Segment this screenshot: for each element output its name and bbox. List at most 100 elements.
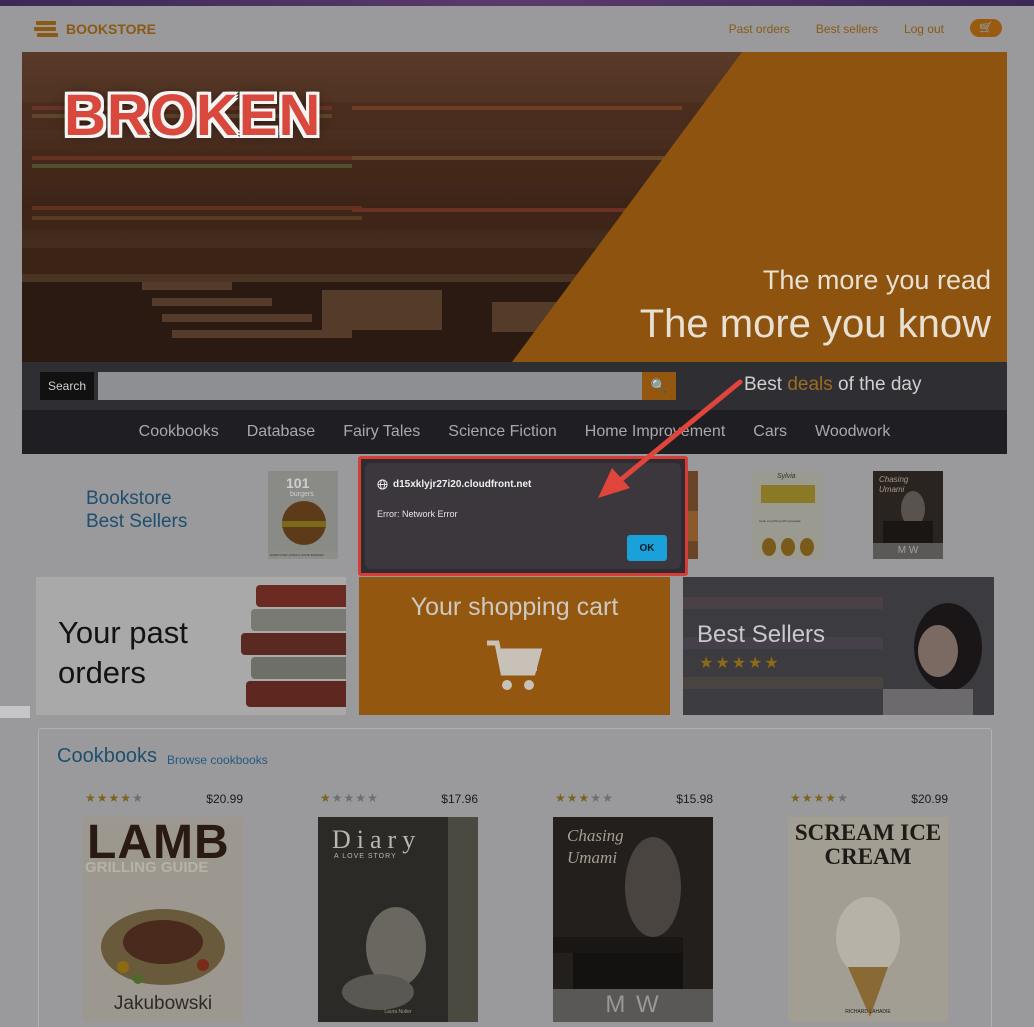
star-empty-icon: ★	[602, 791, 614, 805]
best-sellers-tile-title: Best Sellers	[697, 621, 826, 648]
product-cover-diary[interactable]: Diary A LOVE STORY Laura Noller	[318, 817, 478, 1022]
book-thumb-umami[interactable]: Chasing Umami M W	[873, 471, 943, 559]
star-filled-icon: ★	[320, 791, 332, 805]
product-rating: ★★★★★	[555, 791, 614, 805]
star-empty-icon: ★	[331, 791, 344, 805]
product-cover-ice-cream[interactable]: SCREAM ICE CREAM RICHARD LAHADIE	[788, 817, 948, 1022]
logo-text: BOOKSTORE	[66, 21, 156, 37]
hero-tagline-2: The more you know	[639, 302, 991, 346]
product-price: $17.96	[441, 792, 478, 806]
burger-cover-sub: burgers	[290, 491, 314, 498]
broken-stamp: BROKEN	[64, 83, 322, 148]
book-thumb-burgers[interactable]: 101 burgers EVERYONE LOVES A GOOD BURGER	[268, 471, 338, 559]
shopping-cart-icon	[487, 640, 543, 690]
star-filled-icon: ★	[801, 791, 814, 805]
product-cover-lamb[interactable]: LAMB GRILLING GUIDE Jakubowski	[83, 817, 243, 1022]
search-bar: Search 🔍 Best deals of the day	[22, 362, 1007, 410]
deals-suffix: of the day	[832, 374, 922, 395]
past-orders-text: Your past orders	[58, 613, 188, 693]
deals-highlight: deals	[787, 374, 833, 395]
ice-cream-cover-title: SCREAM ICE CREAM	[794, 820, 942, 869]
alert-dialog: d15xklyjr27i20.cloudfront.net Error: Net…	[365, 463, 681, 569]
cart-button[interactable]: 🛒	[970, 19, 1002, 37]
annotation-highlight-box: d15xklyjr27i20.cloudfront.net Error: Net…	[358, 456, 688, 576]
star-filled-icon: ★	[790, 791, 802, 805]
product-cover-umami[interactable]: Chasing Umami M W	[553, 817, 713, 1022]
star-empty-icon: ★	[355, 791, 368, 805]
globe-icon	[377, 479, 388, 490]
hero-tagline-1: The more you read	[762, 265, 991, 295]
logo[interactable]: BOOKSTORE	[34, 20, 156, 38]
search-label: Search	[40, 372, 95, 400]
category-woodwork[interactable]: Woodwork	[815, 423, 890, 441]
star-empty-icon: ★	[343, 791, 356, 805]
category-home-improvement[interactable]: Home Improvement	[585, 423, 726, 441]
shopping-cart-tile[interactable]: Your shopping cart	[359, 577, 670, 715]
cookbooks-title: Cookbooks	[57, 745, 158, 767]
ok-button[interactable]: OK	[627, 535, 667, 561]
cookbooks-panel: Cookbooks Browse cookbooks ★★★★★ $20.99 …	[38, 728, 992, 1027]
pineapple-cover-title: Sylvia	[777, 473, 796, 480]
category-fairy-tales[interactable]: Fairy Tales	[343, 423, 420, 441]
shopping-cart-title: Your shopping cart	[410, 593, 619, 621]
dialog-message: Error: Network Error	[377, 509, 458, 519]
ice-cream-cover-author: RICHARD LAHADIE	[845, 1009, 891, 1015]
star-filled-icon: ★	[555, 791, 567, 805]
category-cookbooks[interactable]: Cookbooks	[139, 423, 219, 441]
dialog-origin: d15xklyjr27i20.cloudfront.net	[377, 479, 531, 490]
hero-banner: BROKEN The more you read The more you kn…	[22, 52, 1007, 362]
navbar: BOOKSTORE Past orders Best sellers Log o…	[0, 6, 1034, 50]
product-price: $20.99	[911, 792, 948, 806]
best-sellers-title-line1: Bookstore	[86, 488, 172, 509]
umami-book-author: M W	[605, 991, 661, 1018]
best-sellers-title-line2: Best Sellers	[86, 511, 188, 532]
best-sellers-title[interactable]: Bookstore Best Sellers	[86, 487, 187, 533]
cart-icon: 🛒	[979, 22, 993, 34]
nav-past-orders[interactable]: Past orders	[729, 22, 790, 36]
star-filled-icon: ★	[108, 791, 121, 805]
deals-heading: Best deals of the day	[744, 374, 921, 396]
search-button[interactable]: 🔍	[642, 372, 676, 400]
past-orders-line2: orders	[58, 655, 146, 690]
star-filled-icon: ★	[566, 791, 579, 805]
product-rating: ★★★★★	[790, 791, 849, 805]
product-rating: ★★★★★	[85, 791, 144, 805]
book-thumb-pineapple[interactable]: Sylvia Cook everything with pineapple	[753, 471, 823, 559]
star-filled-icon: ★	[96, 791, 109, 805]
umami-cover-author: M W	[897, 545, 919, 556]
search-icon: 🔍	[650, 378, 668, 393]
category-science-fiction[interactable]: Science Fiction	[448, 423, 557, 441]
past-orders-line1: Your past	[58, 615, 188, 650]
deals-prefix: Best	[744, 374, 788, 395]
burger-cover-title: 101	[286, 475, 310, 491]
dialog-origin-text: d15xklyjr27i20.cloudfront.net	[393, 479, 532, 490]
past-orders-tile[interactable]: Your past orders	[36, 577, 346, 715]
category-nav: Cookbooks Database Fairy Tales Science F…	[22, 410, 1007, 454]
umami-book-title: Chasing Umami	[567, 826, 624, 867]
pineapple-cover-caption: Cook everything with pineapple	[759, 519, 801, 523]
browse-cookbooks-link[interactable]: Browse cookbooks	[167, 753, 268, 767]
star-empty-icon: ★	[837, 791, 849, 805]
umami-cover-title: Chasing Umami	[879, 475, 909, 494]
category-cars[interactable]: Cars	[753, 423, 787, 441]
star-filled-icon: ★	[825, 791, 838, 805]
diary-cover-title: Diary	[332, 825, 422, 854]
star-filled-icon: ★	[85, 791, 97, 805]
lamb-cover-sub: GRILLING GUIDE	[85, 859, 209, 876]
nav-log-out[interactable]: Log out	[904, 22, 944, 36]
category-database[interactable]: Database	[247, 423, 316, 441]
lamb-cover-author: Jakubowski	[113, 993, 213, 1014]
best-sellers-stars: ★★★★★	[699, 655, 781, 672]
star-empty-icon: ★	[367, 791, 379, 805]
screenshot-frame: BOOKSTORE Past orders Best sellers Log o…	[0, 0, 1034, 1027]
star-empty-icon: ★	[132, 791, 144, 805]
diary-cover-author: Laura Noller	[384, 1009, 412, 1015]
nav-links: Past orders Best sellers Log out	[729, 22, 944, 36]
search-input[interactable]	[98, 372, 642, 400]
pineapple-cover	[753, 471, 823, 559]
nav-best-sellers[interactable]: Best sellers	[816, 22, 878, 36]
books-icon	[34, 21, 58, 37]
best-sellers-tile[interactable]: Best Sellers ★★★★★	[683, 577, 994, 715]
left-edge-marker	[0, 706, 30, 718]
star-filled-icon: ★	[813, 791, 826, 805]
